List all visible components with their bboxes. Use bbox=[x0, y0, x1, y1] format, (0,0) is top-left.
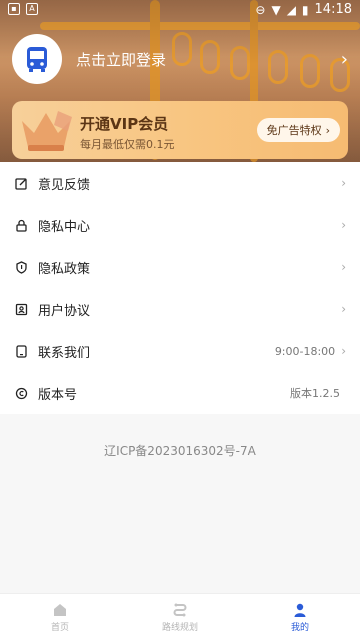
image-icon: ▪ bbox=[8, 3, 20, 15]
chevron-right-icon: › bbox=[325, 123, 330, 137]
lock-icon bbox=[14, 218, 28, 232]
status-bar: ▪ A ⊖ ▼ ◢ ▮ 14:18 bbox=[0, 0, 360, 20]
avatar[interactable] bbox=[12, 34, 62, 84]
menu-item-privacy-center[interactable]: 隐私中心 › bbox=[0, 204, 360, 246]
battery-icon: ▮ bbox=[301, 2, 309, 17]
menu-item-feedback[interactable]: 意见反馈 › bbox=[0, 162, 360, 204]
crown-icon bbox=[22, 111, 72, 151]
tab-route-planning[interactable]: 路线规划 bbox=[120, 594, 240, 640]
chevron-right-icon: › bbox=[341, 344, 346, 358]
menu-item-label: 意见反馈 bbox=[38, 177, 91, 193]
chevron-right-icon: › bbox=[341, 218, 346, 232]
menu-item-contact-us[interactable]: 联系我们 9:00-18:00 › bbox=[0, 330, 360, 372]
vip-banner[interactable]: 开通VIP会员 每月最低仅需0.1元 免广告特权 › bbox=[12, 101, 348, 159]
copyright-icon bbox=[14, 386, 28, 400]
menu-item-privacy-policy[interactable]: 隐私政策 › bbox=[0, 246, 360, 288]
chevron-right-icon: › bbox=[341, 176, 346, 190]
login-text[interactable]: 点击立即登录 bbox=[76, 49, 341, 70]
tab-mine[interactable]: 我的 bbox=[240, 594, 360, 640]
route-icon bbox=[173, 603, 187, 616]
menu-item-label: 用户协议 bbox=[38, 303, 91, 319]
menu-item-user-agreement[interactable]: 用户协议 › bbox=[0, 288, 360, 330]
tab-label: 首页 bbox=[50, 622, 69, 633]
menu-item-label: 隐私中心 bbox=[38, 219, 91, 235]
menu-item-label: 隐私政策 bbox=[38, 261, 91, 277]
feedback-icon bbox=[14, 176, 28, 190]
ad-free-button-label: 免广告特权 bbox=[266, 124, 322, 137]
ad-free-button[interactable]: 免广告特权 › bbox=[256, 118, 340, 142]
wifi-icon: ▼ bbox=[271, 2, 281, 17]
version-number: 版本1.2.5 bbox=[290, 387, 340, 400]
service-hours: 9:00-18:00 bbox=[274, 344, 336, 358]
vip-title: 开通VIP会员 bbox=[80, 115, 169, 133]
vip-subtitle: 每月最低仅需0.1元 bbox=[80, 138, 175, 151]
icp-license[interactable]: 辽ICP备2023016302号-7A bbox=[0, 442, 360, 459]
chevron-right-icon: › bbox=[341, 260, 346, 274]
shield-icon bbox=[14, 260, 28, 274]
phone-icon bbox=[14, 344, 28, 358]
chevron-right-icon[interactable]: › bbox=[341, 49, 348, 70]
bus-icon bbox=[27, 47, 47, 72]
login-row[interactable]: 点击立即登录 › bbox=[12, 34, 348, 84]
menu-item-label: 版本号 bbox=[38, 387, 78, 403]
tab-home[interactable]: 首页 bbox=[0, 594, 120, 640]
user-agreement-icon bbox=[14, 302, 28, 316]
home-icon bbox=[54, 603, 66, 616]
person-icon bbox=[294, 603, 306, 617]
minus-circle-icon: ⊖ bbox=[255, 2, 266, 17]
status-time: 14:18 bbox=[314, 2, 352, 17]
signal-icon: ◢ bbox=[286, 2, 296, 17]
a-icon: A bbox=[26, 3, 38, 15]
menu-item-version: 版本号 版本1.2.5 bbox=[0, 372, 360, 414]
menu-item-label: 联系我们 bbox=[38, 345, 91, 361]
chevron-right-icon: › bbox=[341, 302, 346, 316]
settings-menu: 意见反馈 › 隐私中心 › 隐私政策 › 用户协议 › 联系我们 9:00-18… bbox=[0, 162, 360, 414]
tab-label: 路线规划 bbox=[161, 622, 198, 633]
bottom-tab-bar: 首页 路线规划 我的 bbox=[0, 593, 360, 640]
tab-label: 我的 bbox=[290, 622, 309, 633]
